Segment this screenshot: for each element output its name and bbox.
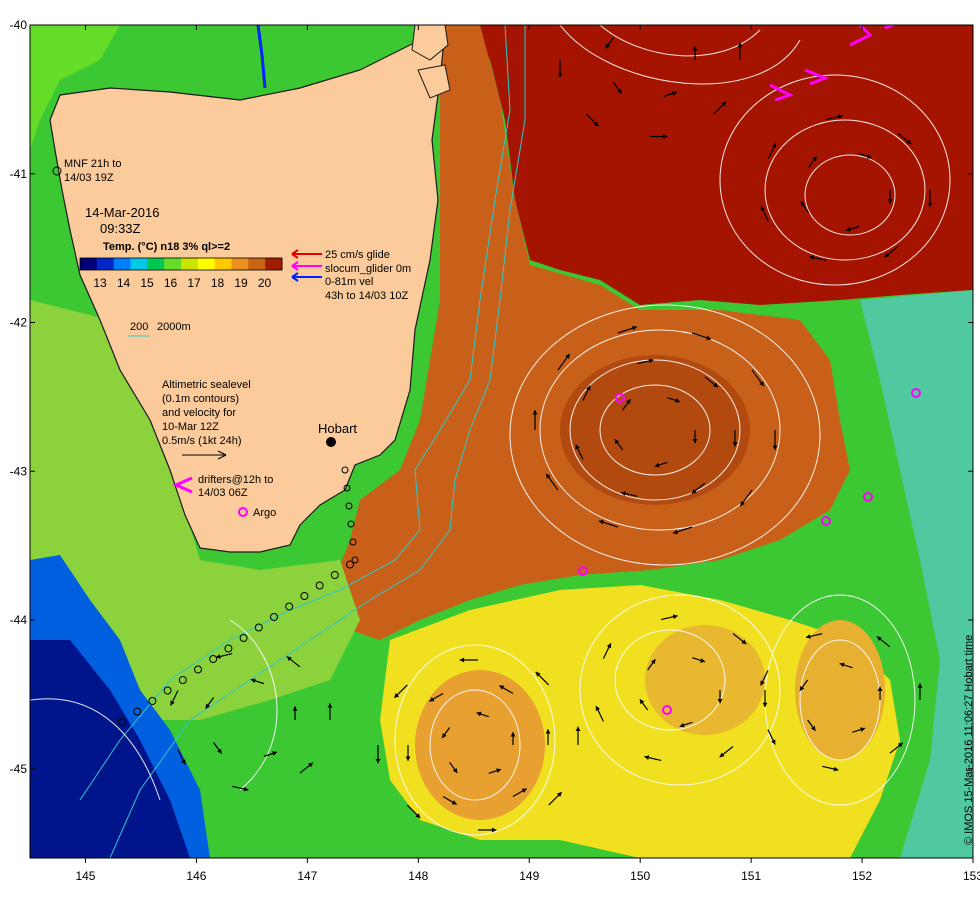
map-figure: Hobart MNF 21h to 14/03 19Z 14-Mar-2016 … [0,0,980,900]
hobart-label: Hobart [318,421,357,436]
plot-area: Hobart MNF 21h to 14/03 19Z 14-Mar-2016 … [30,25,973,858]
colorbar-swatch [248,258,266,270]
colorbar-tick-label: 19 [234,276,248,290]
glider-legend-blue: 0-81m vel [325,276,373,288]
colorbar-swatch [197,258,216,270]
lat-tick-label: -43 [10,464,28,478]
lat-tick-label: -42 [10,316,28,330]
colorbar-tick-label: 17 [187,276,201,290]
altimetry-line-2: (0.1m contours) [162,393,239,405]
colorbar-swatch [181,258,199,270]
mnf-line1: MNF 21h to [64,158,121,170]
orange-patch-3 [795,620,885,760]
drifter-line2: 14/03 06Z [198,487,248,499]
colorbar-tick-label: 20 [258,276,272,290]
altimetry-line-5: 0.5m/s (1kt 24h) [162,435,241,447]
glider-legend-period: 43h to 14/03 10Z [325,290,408,302]
colorbar-swatch [96,258,115,270]
sst-map: Hobart MNF 21h to 14/03 19Z 14-Mar-2016 … [10,18,980,883]
orange-patch-1 [415,670,545,820]
altimetry-line-4: 10-Mar 12Z [162,421,219,433]
altimetry-line-1: Altimetric sealevel [162,379,251,391]
colorbar-tick-label: 13 [93,276,107,290]
lat-tick-label: -45 [10,762,28,776]
colorbar-swatch [231,258,249,270]
lon-tick-label: 153 [963,869,980,883]
colorbar-tick-label: 14 [117,276,131,290]
colorbar-swatch [214,258,232,270]
lon-tick-label: 152 [852,869,872,883]
lon-tick-label: 151 [741,869,761,883]
lat-tick-label: -40 [10,18,28,32]
colorbar-swatch [164,258,182,270]
credit-text: © IMOS 15-Mar-2016 11:06:27 Hobart time [963,635,975,845]
altimetry-line-3: and velocity for [162,407,236,419]
date-text: 14-Mar-2016 [85,205,159,220]
drifter-line1: drifters@12h to [198,474,273,486]
lon-tick-label: 150 [630,869,650,883]
colorbar-tick-label: 16 [164,276,178,290]
glider-legend-red: 25 cm/s glide [325,249,390,261]
mnf-line2: 14/03 19Z [64,172,114,184]
colorbar-tick-label: 18 [211,276,225,290]
hobart-marker [326,437,336,447]
lon-tick-label: 149 [519,869,539,883]
colorbar-label: Temp. (°C) n18 3% ql>=2 [103,241,230,253]
isobath-label-2000: 2000m [157,321,191,333]
lon-tick-label: 145 [75,869,95,883]
lon-tick-label: 147 [297,869,317,883]
time-text: 09:33Z [100,221,141,236]
colorbar-tick-label: 15 [140,276,154,290]
colorbar-swatch [130,258,148,270]
lat-tick-label: -44 [10,613,28,627]
lat-tick-label: -41 [10,167,28,181]
colorbar-swatches [79,257,283,271]
colorbar-swatch [147,258,165,270]
colorbar-swatch [113,258,131,270]
colorbar-swatch [265,258,283,270]
lon-tick-label: 148 [408,869,428,883]
eddy-core [560,355,750,505]
isobath-label-200: 200 [130,321,148,333]
lon-tick-label: 146 [186,869,206,883]
colorbar-swatch [80,258,98,270]
glider-legend-magenta: slocum_glider 0m [325,263,411,275]
argo-label: Argo [253,507,276,519]
